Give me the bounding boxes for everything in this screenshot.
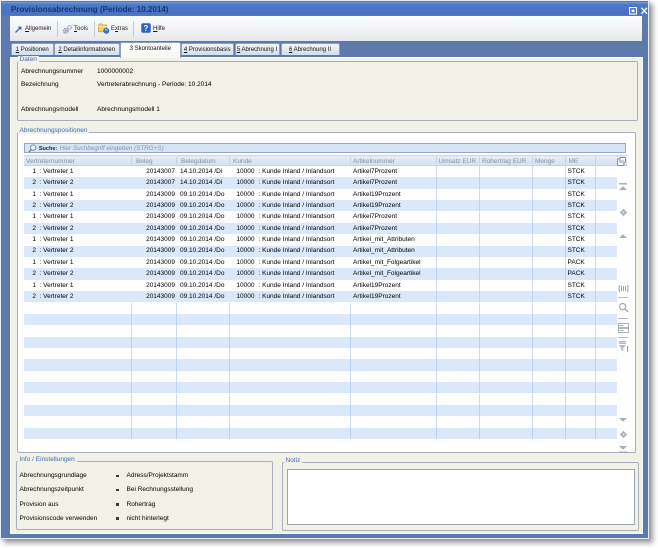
svg-text:?: ? <box>143 24 148 33</box>
